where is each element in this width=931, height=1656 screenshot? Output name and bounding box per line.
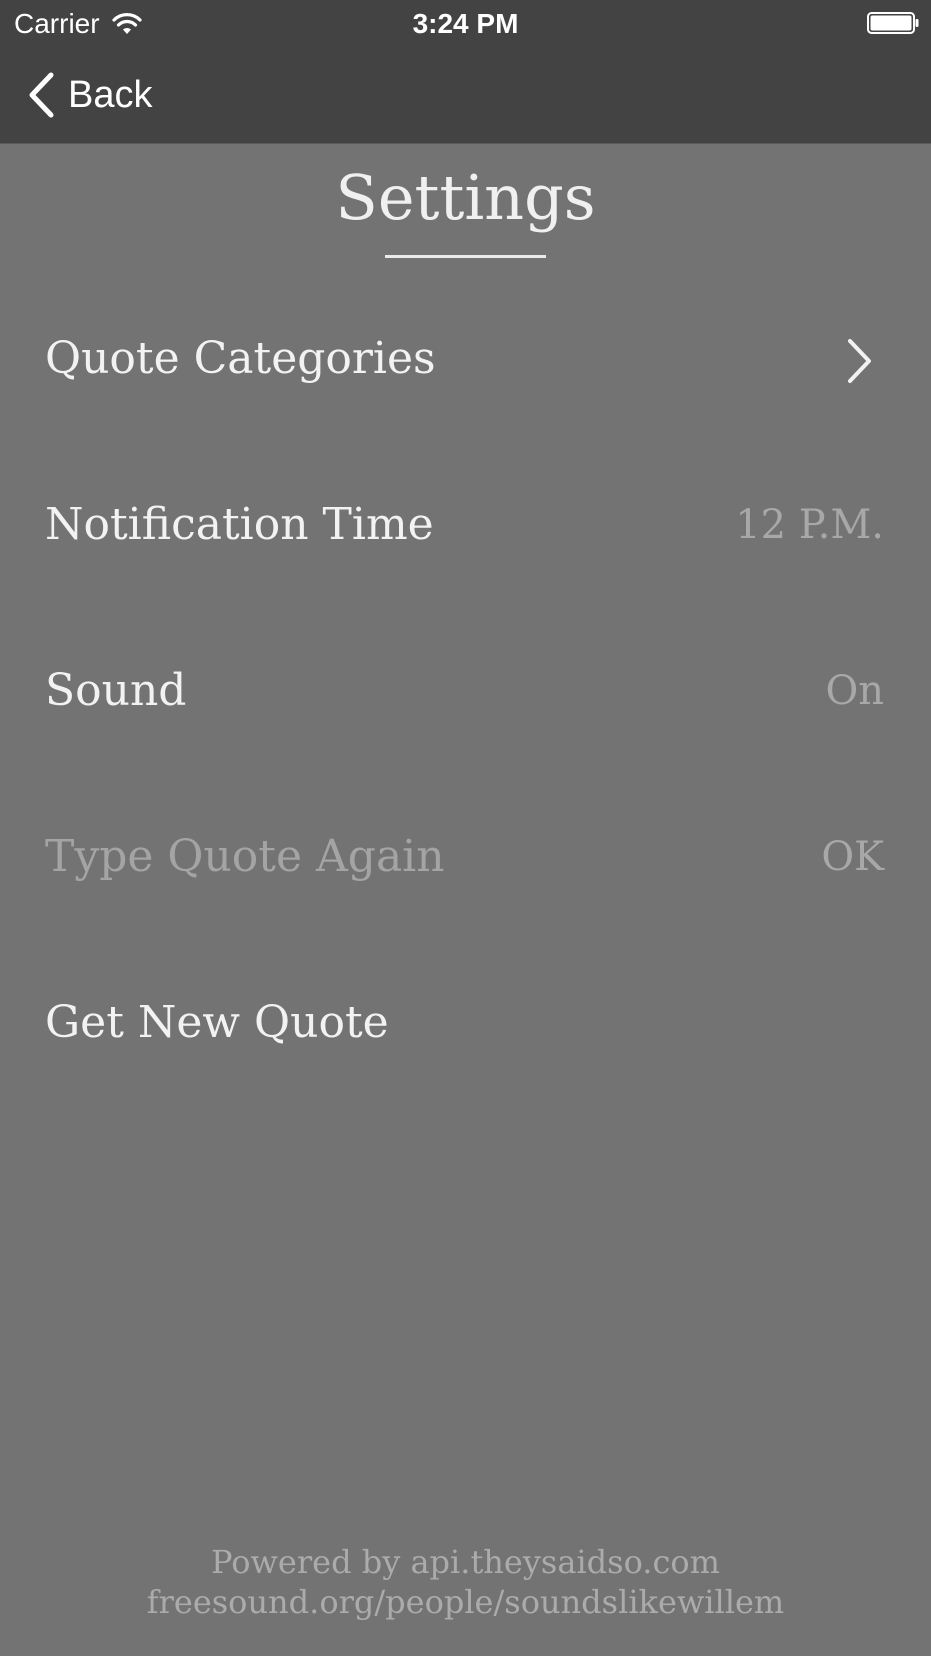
chevron-right-icon (848, 339, 871, 383)
navigation-bar: Back (0, 48, 931, 144)
chevron-left-icon (29, 72, 54, 118)
battery-icon (867, 12, 919, 34)
settings-row-notification-time[interactable]: Notification Time 12 P.M. (0, 480, 931, 570)
notification-time-value: 12 P.M. (735, 502, 884, 548)
row-label: Sound (45, 665, 187, 716)
page-title: Settings (335, 161, 596, 234)
type-quote-again-value: OK (821, 834, 884, 880)
settings-row-type-quote-again: Type Quote Again OK (0, 812, 931, 902)
title-underline (385, 255, 546, 258)
back-button[interactable]: Back (26, 70, 152, 120)
clock: 3:24 PM (412, 8, 519, 39)
footer-line-freesound: freesound.org/people/soundslikewillem (146, 1583, 785, 1621)
row-label: Quote Categories (45, 333, 436, 384)
sound-value: On (825, 668, 884, 714)
footer-line-api: Powered by api.theysaidso.com (211, 1543, 720, 1581)
footer-credits: Powered by api.theysaidso.com freesound.… (0, 1542, 931, 1622)
row-label: Notification Time (45, 499, 434, 550)
settings-row-sound[interactable]: Sound On (0, 646, 931, 736)
settings-row-get-new-quote[interactable]: Get New Quote (0, 978, 931, 1068)
row-label: Type Quote Again (45, 831, 445, 882)
row-label: Get New Quote (45, 997, 389, 1048)
status-bar: Carrier 3:24 PM (0, 0, 931, 48)
settings-row-quote-categories[interactable]: Quote Categories (0, 314, 931, 404)
back-label: Back (68, 74, 153, 116)
